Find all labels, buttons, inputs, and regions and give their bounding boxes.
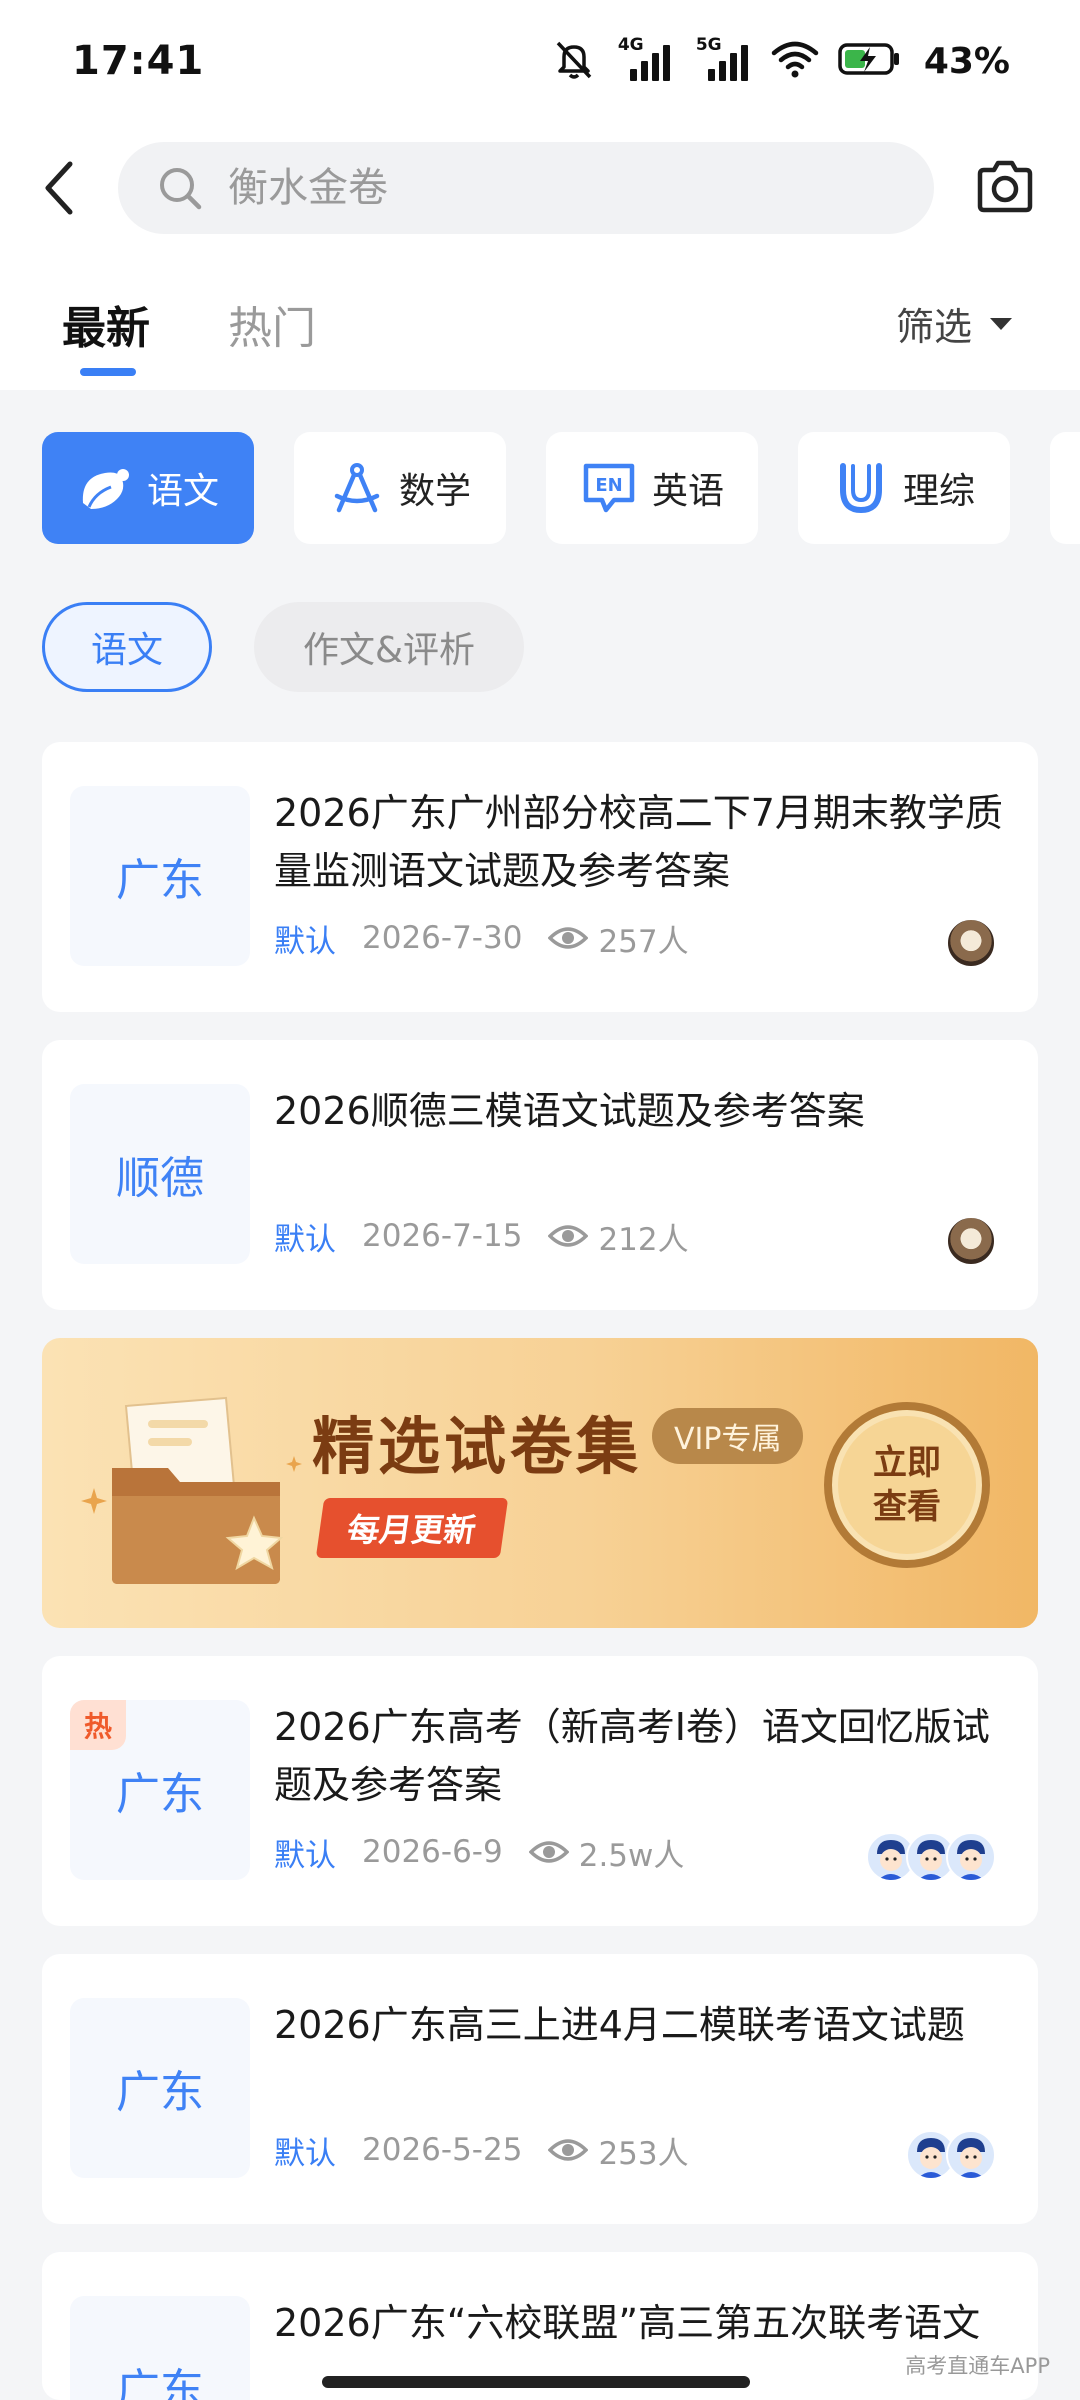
- chevron-left-icon: [45, 161, 73, 215]
- paper-title: 2026广东广州部分校高二下7月期末教学质量监测语文试题及参考答案: [274, 791, 1003, 893]
- hot-badge: 热: [70, 1700, 126, 1750]
- subject-chip-english[interactable]: EN 英语: [546, 432, 758, 544]
- eye-icon: [548, 924, 589, 952]
- paper-title: 2026顺德三模语文试题及参考答案: [274, 1089, 865, 1133]
- avatar: [946, 1216, 996, 1266]
- paper-meta: 默认 2026-5-25 253人: [274, 2130, 689, 2172]
- paper-views: 257人: [598, 923, 689, 960]
- cellular-4g-icon: 4G: [614, 35, 674, 83]
- eye-icon: [548, 2136, 589, 2164]
- wifi-icon: [770, 39, 820, 83]
- subject-chip-label: 语文: [146, 471, 219, 512]
- subject-chips: 语文 数学 EN 英语 理综: [42, 432, 1080, 544]
- paper-tag: 默认: [274, 923, 336, 960]
- view-now-label: 立即查看: [873, 1443, 941, 1527]
- magnet-icon: [839, 463, 882, 514]
- paper-meta: 默认 2026-7-15 212人: [274, 1216, 689, 1258]
- banner-title: 精选试卷集: [312, 1410, 643, 1483]
- view-now-button[interactable]: 立即查看: [824, 1402, 990, 1568]
- eye-icon: [548, 1222, 589, 1250]
- status-time: 17:41: [72, 38, 205, 84]
- viewer-avatars: [906, 2130, 996, 2180]
- search-icon: [156, 164, 206, 218]
- paper-title: 2026广东“六校联盟”高三第五次联考语文: [274, 2301, 981, 2345]
- search-input[interactable]: [228, 142, 908, 234]
- camera-button[interactable]: [974, 156, 1036, 218]
- caret-down-icon: [990, 317, 1013, 330]
- subject-chip-label: 理综: [902, 471, 975, 512]
- subject-chip-label: 英语: [651, 471, 724, 512]
- avatar: [946, 1832, 996, 1882]
- tab-hot[interactable]: 热门: [228, 292, 316, 356]
- subject-chip-chinese[interactable]: 语文: [42, 432, 254, 544]
- paper-views: 253人: [598, 2135, 689, 2172]
- status-bar: 17:41 4G 5G 43%: [0, 0, 1080, 120]
- paper-date: 2026-6-9: [362, 1834, 503, 1870]
- compass-icon: [334, 463, 380, 513]
- viewer-avatars: [866, 1832, 996, 1882]
- paper-views: 2.5w人: [578, 1837, 685, 1874]
- paper-title: 2026广东高考（新高考Ⅰ卷）语文回忆版试题及参考答案: [274, 1705, 990, 1807]
- en-icon: EN: [583, 463, 635, 513]
- watermark: 高考直通车APP: [905, 2354, 1050, 2378]
- paper-card[interactable]: 顺德 2026顺德三模语文试题及参考答案 默认 2026-7-15 212人: [42, 1040, 1038, 1310]
- avatar: [946, 918, 996, 968]
- paper-region-thumb: 广东: [70, 1998, 250, 2178]
- active-tab-indicator: [80, 368, 136, 376]
- chinese-icon: [82, 469, 129, 509]
- mute-icon: [552, 37, 596, 85]
- paper-region-thumb: 广东: [70, 786, 250, 966]
- svg-text:EN: EN: [595, 475, 622, 496]
- subject-chip-label: 数学: [398, 471, 471, 512]
- subject-chip-science[interactable]: 理综: [798, 432, 1010, 544]
- paper-date: 2026-7-15: [362, 1218, 523, 1254]
- subcategory-essay[interactable]: 作文&评析: [254, 602, 524, 692]
- avatar: [946, 2130, 996, 2180]
- subcategory-chinese[interactable]: 语文: [42, 602, 212, 692]
- vip-badge: VIP专属: [652, 1408, 804, 1464]
- home-indicator[interactable]: [322, 2376, 750, 2388]
- camera-icon: [977, 160, 1033, 213]
- paper-card[interactable]: 热 广东 2026广东高考（新高考Ⅰ卷）语文回忆版试题及参考答案 默认 2026…: [42, 1656, 1038, 1926]
- battery-percent: 43%: [923, 40, 1010, 82]
- paper-date: 2026-5-25: [362, 2132, 523, 2168]
- battery-charging-icon: [838, 41, 902, 81]
- search-bar[interactable]: [118, 142, 934, 234]
- status-icons: 4G 5G 43%: [552, 35, 1010, 86]
- viewer-avatars: [946, 1216, 996, 1266]
- paper-tag: 默认: [274, 2135, 336, 2172]
- paper-region-thumb: 顺德: [70, 1084, 250, 1264]
- subject-chip-math[interactable]: 数学: [294, 432, 506, 544]
- paper-meta: 默认 2026-6-9 2.5w人: [274, 1832, 685, 1874]
- tab-latest[interactable]: 最新: [62, 292, 150, 356]
- promo-banner[interactable]: 精选试卷集 VIP专属 每月更新 立即查看: [42, 1338, 1038, 1628]
- monthly-update-badge: 每月更新: [315, 1498, 509, 1558]
- cellular-5g-icon: 5G: [692, 35, 752, 83]
- eye-icon: [528, 1838, 569, 1866]
- paper-views: 212人: [598, 1221, 689, 1258]
- paper-tag: 默认: [274, 1221, 336, 1258]
- paper-tag: 默认: [274, 1837, 336, 1874]
- paper-card[interactable]: 广东 2026广东高三上进4月二模联考语文试题 默认 2026-5-25 253…: [42, 1954, 1038, 2224]
- paper-date: 2026-7-30: [362, 920, 523, 956]
- paper-card[interactable]: 广东 2026广东广州部分校高二下7月期末教学质量监测语文试题及参考答案 默认 …: [42, 742, 1038, 1012]
- paper-title: 2026广东高三上进4月二模联考语文试题: [274, 2003, 965, 2047]
- folder-illustration-icon: [81, 1396, 302, 1584]
- paper-region-thumb: 广东: [70, 2296, 250, 2400]
- filter-label: 筛选: [896, 305, 973, 349]
- subject-chip-more[interactable]: [1050, 432, 1080, 544]
- viewer-avatars: [946, 918, 996, 968]
- paper-meta: 默认 2026-7-30 257人: [274, 918, 689, 960]
- filter-button[interactable]: 筛选: [896, 296, 1013, 351]
- back-button[interactable]: [40, 158, 80, 218]
